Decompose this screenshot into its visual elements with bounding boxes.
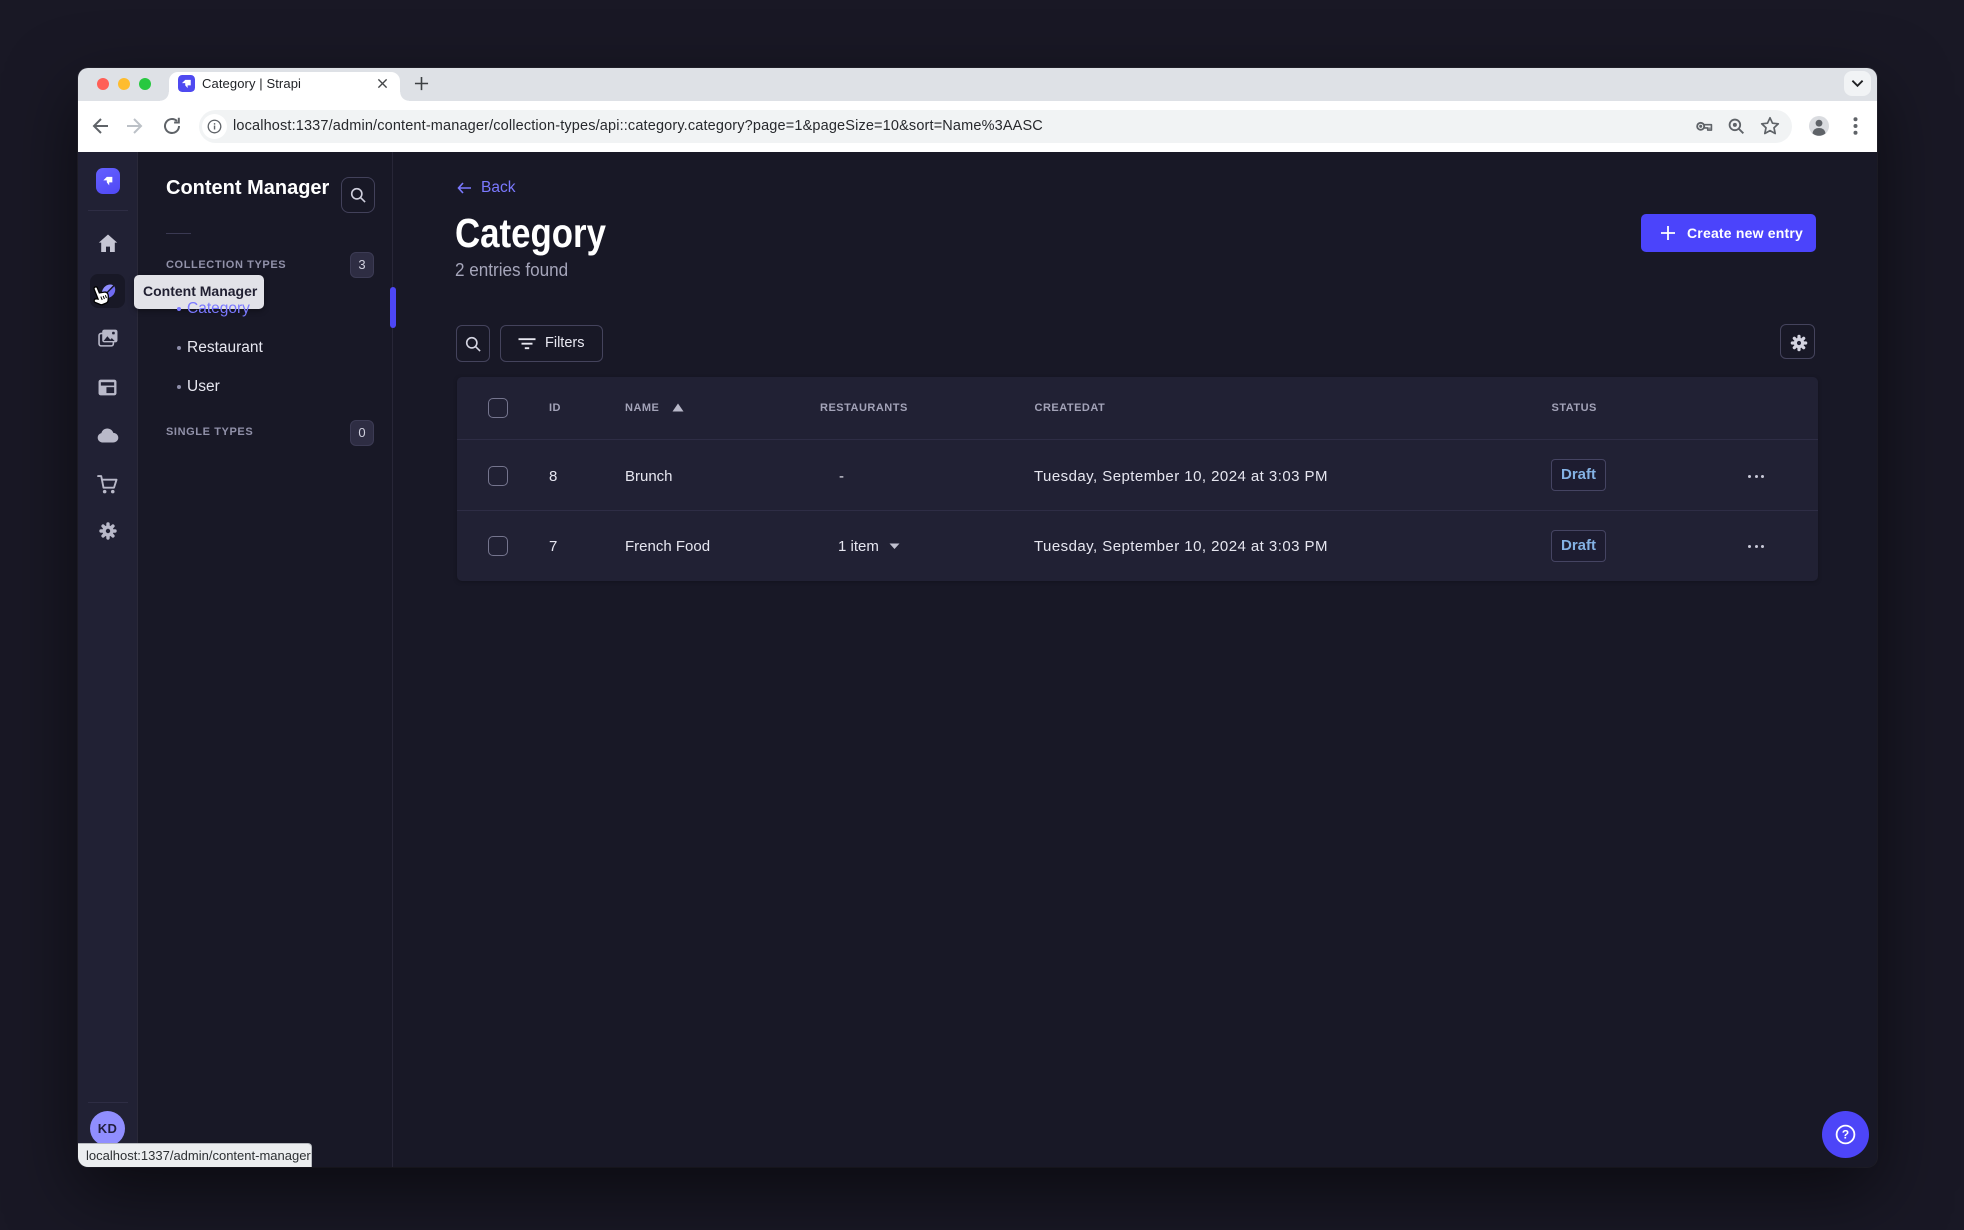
svg-text:?: ? xyxy=(1842,1127,1849,1141)
